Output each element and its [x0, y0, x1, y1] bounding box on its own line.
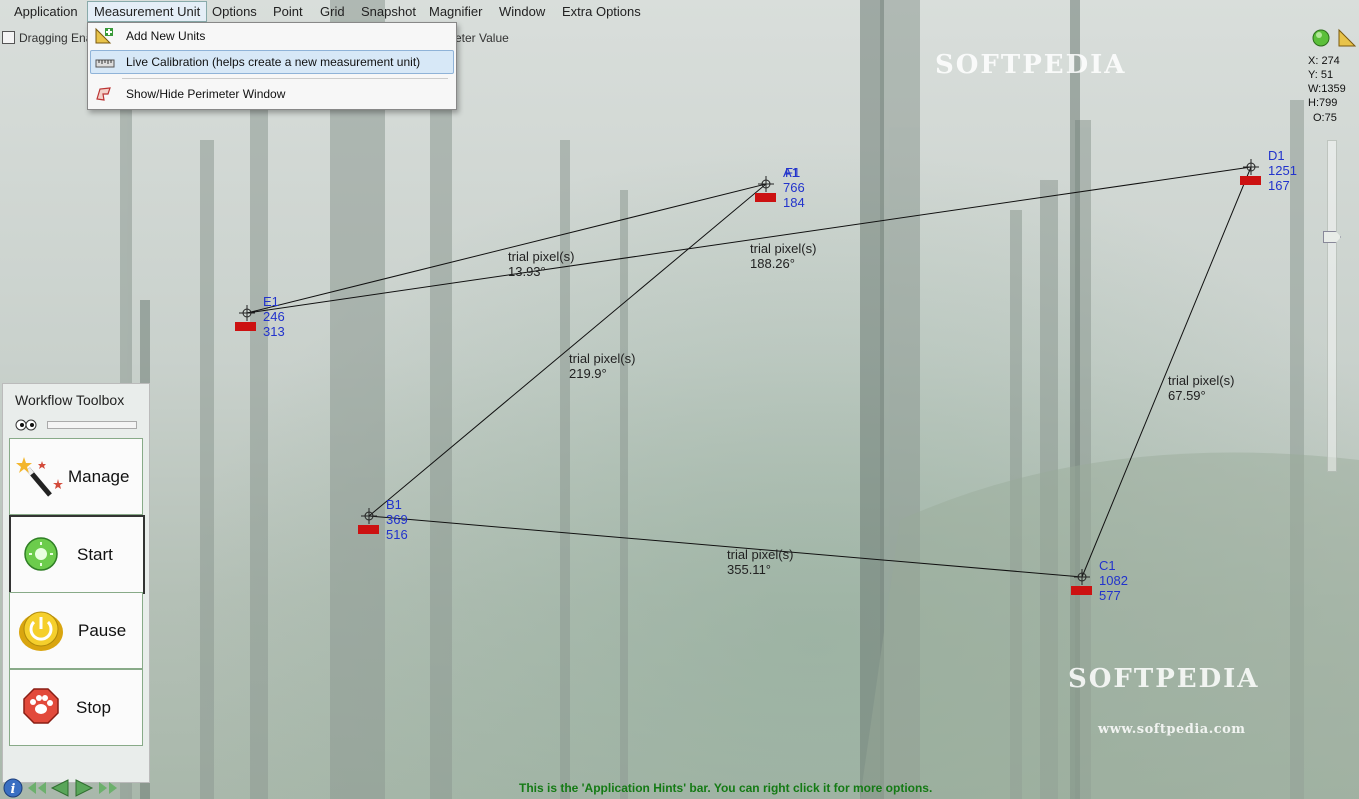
dragging-enabled-label: Dragging Ena [19, 31, 93, 45]
stop-button[interactable]: Stop [9, 669, 143, 746]
menu-grid[interactable]: Grid [314, 2, 351, 21]
pause-label: Pause [78, 621, 127, 640]
segment-label-b1-c1: trial pixel(s) 355.11° [727, 547, 794, 577]
toolbox-opacity-slider[interactable] [47, 421, 137, 429]
menu-bar: Application Measurement Unit Options Poi… [0, 0, 1359, 23]
status-h: H:799 [1308, 97, 1338, 109]
menu-options[interactable]: Options [206, 2, 263, 21]
menu-window[interactable]: Window [493, 2, 551, 21]
calibration-ruler-icon [95, 59, 115, 68]
status-w: W:1359 [1308, 83, 1346, 95]
status-y: Y: 51 [1308, 69, 1334, 81]
first-page-icon[interactable] [26, 781, 48, 795]
cursor-status-panel: X: 274 Y: 51 W:1359 H:799 O:75 [1308, 54, 1358, 125]
perimeter-value-label: eter Value [455, 31, 509, 45]
green-status-icon[interactable] [1311, 28, 1331, 48]
status-x: X: 274 [1308, 55, 1340, 67]
previous-icon[interactable] [50, 779, 70, 797]
pause-button[interactable]: Pause [9, 592, 143, 669]
segment-label-e1-d1: trial pixel(s) 188.26° [750, 241, 817, 271]
pause-icon [19, 611, 63, 651]
segment-line-b1-c1 [368, 515, 1083, 578]
dragging-enabled-checkbox[interactable] [2, 31, 15, 44]
start-label: Start [77, 545, 113, 564]
segment-label-d1-c1: trial pixel(s) 67.59° [1168, 373, 1235, 403]
menu-point[interactable]: Point [267, 2, 309, 21]
stop-label: Stop [76, 698, 111, 717]
menu-magnifier[interactable]: Magnifier [423, 2, 488, 21]
menu-item-add-new-units[interactable]: Add New Units [90, 24, 452, 48]
point-marker-c1[interactable] [1071, 586, 1092, 595]
magic-wand-icon [16, 457, 63, 497]
application-hint-text: This is the 'Application Hints' bar. You… [519, 781, 933, 795]
point-marker-d1[interactable] [1240, 176, 1261, 185]
status-o: O:75 [1313, 112, 1337, 124]
point-label-d1: D1 1251 167 [1268, 148, 1297, 193]
start-button[interactable]: Start [9, 515, 145, 594]
segment-label-a1-b1: trial pixel(s) 219.9° [569, 351, 636, 381]
stop-icon [23, 688, 59, 724]
point-marker-e1[interactable] [235, 322, 256, 331]
info-icon[interactable]: i [3, 778, 23, 798]
point-label-a1: A1 766 184 [783, 165, 805, 210]
toolbox-title: Workflow Toolbox [15, 392, 125, 408]
ruler-add-icon [95, 27, 113, 44]
perimeter-window-icon [96, 87, 111, 101]
point-label-e1: E1 246 313 [263, 294, 285, 339]
measurement-unit-dropdown: Add New Units Live Calibration (helps cr… [87, 22, 457, 110]
menu-application[interactable]: Application [8, 2, 84, 21]
next-icon[interactable] [74, 779, 94, 797]
point-marker-a1[interactable] [755, 193, 776, 202]
opacity-slider-track[interactable] [1327, 140, 1337, 472]
crosshair-e1 [239, 305, 255, 321]
workflow-toolbox: Workflow Toolbox Manage Start Pause Stop [2, 383, 150, 783]
menu-measurement-unit[interactable]: Measurement Unit [87, 1, 208, 22]
segment-line-e1-d1 [246, 166, 1252, 314]
svg-text:i: i [11, 782, 16, 797]
crosshair-b1 [361, 508, 377, 524]
point-marker-b1[interactable] [358, 525, 379, 534]
crosshair-a1 [758, 176, 774, 192]
eyes-icon[interactable] [15, 419, 37, 431]
measurement-overlay [239, 159, 1259, 585]
last-page-icon[interactable] [97, 781, 119, 795]
application-hints-bar[interactable]: i This is the 'Application Hints' bar. Y… [0, 777, 1359, 799]
point-label-b1: B1 369 516 [386, 497, 408, 542]
segment-line-d1-c1 [1081, 166, 1252, 578]
menu-item-show-hide-perimeter[interactable]: Show/Hide Perimeter Window [90, 82, 452, 106]
ruler-triangle-icon[interactable] [1337, 28, 1357, 48]
segment-label-e1-a1: trial pixel(s) 13.93° [508, 249, 575, 279]
menu-item-live-calibration[interactable]: Live Calibration (helps create a new mea… [90, 50, 454, 74]
menu-separator [122, 78, 448, 79]
menu-snapshot[interactable]: Snapshot [355, 2, 422, 21]
crosshair-d1 [1243, 159, 1259, 175]
start-icon [24, 537, 58, 571]
menu-extra-options[interactable]: Extra Options [556, 2, 647, 21]
point-label-c1: C1 1082 577 [1099, 558, 1128, 603]
manage-label: Manage [68, 467, 130, 486]
manage-button[interactable]: Manage [9, 438, 143, 515]
crosshair-c1 [1074, 569, 1090, 585]
